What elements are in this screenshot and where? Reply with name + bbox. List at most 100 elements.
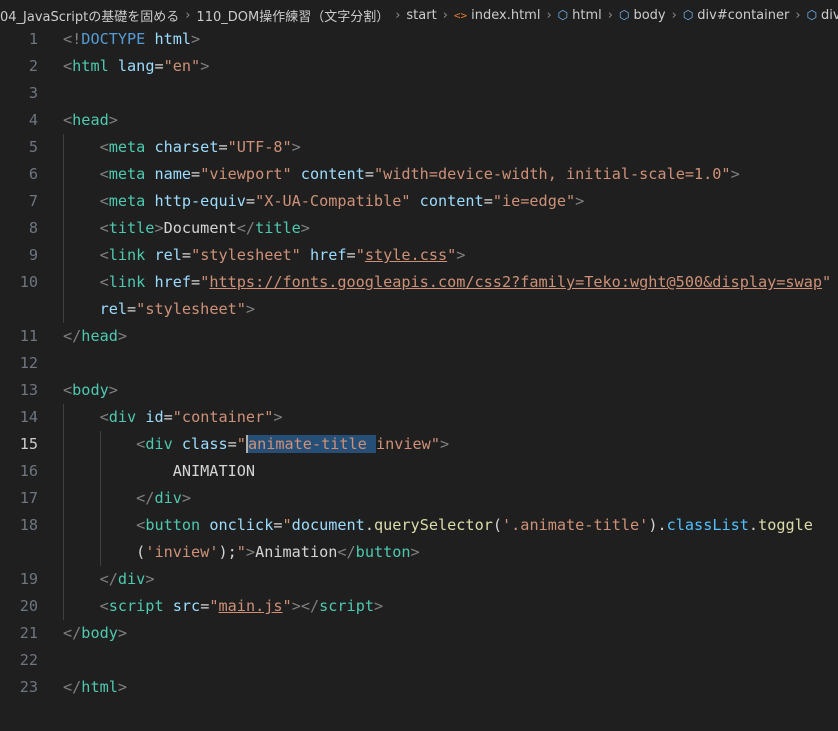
- code-token: ": [200, 273, 210, 291]
- code-token: =: [218, 138, 228, 156]
- code-line[interactable]: ('inview');">Animation</button>: [0, 539, 838, 566]
- code-token: ).: [648, 516, 667, 534]
- breadcrumb-item[interactable]: ⬡ html: [558, 8, 602, 23]
- code-line[interactable]: 23 </html>: [0, 674, 838, 701]
- code-token: <: [99, 138, 109, 156]
- code-token: =: [227, 435, 237, 453]
- code-token: content: [300, 165, 365, 183]
- code-token: ": [236, 435, 246, 453]
- code-token: >: [191, 30, 201, 48]
- code-token: id: [145, 408, 164, 426]
- code-line[interactable]: 20 <script src="main.js"></script>: [0, 593, 838, 620]
- code-line[interactable]: 3: [0, 80, 838, 107]
- code-token: html: [72, 57, 109, 75]
- code-line[interactable]: 19 </div>: [0, 566, 838, 593]
- code-line[interactable]: rel="stylesheet">: [0, 296, 838, 323]
- code-token: document: [291, 516, 365, 534]
- indent-guide: [63, 134, 64, 323]
- code-line[interactable]: 17 </div>: [0, 485, 838, 512]
- code-line[interactable]: 16 ANIMATION: [0, 458, 838, 485]
- code-token: </: [136, 489, 155, 507]
- code-line[interactable]: 15 <div class=" animate-title inview">: [0, 431, 838, 458]
- code-line[interactable]: 8 <title>Document</title>: [0, 215, 838, 242]
- code-line[interactable]: 1 <!DOCTYPE html>: [0, 26, 838, 53]
- code-token: </: [63, 678, 82, 696]
- code-token: <!: [63, 30, 82, 48]
- code-line[interactable]: 10 <link href="https://fonts.googleapis.…: [0, 269, 838, 296]
- code-text: <div class=" animate-title inview">: [63, 431, 449, 458]
- code-token: meta: [108, 138, 146, 156]
- code-token: >: [575, 192, 585, 210]
- line-number: 23: [19, 678, 38, 696]
- code-token: "container": [172, 408, 274, 426]
- breadcrumb-label: div.animate-title: [821, 7, 838, 23]
- code-token: http-equiv: [154, 192, 246, 210]
- code-token: </: [63, 624, 82, 642]
- code-line[interactable]: 21 </body>: [0, 620, 838, 647]
- code-line[interactable]: 9 <link rel="stylesheet" href="style.css…: [0, 242, 838, 269]
- code-text: <meta charset="UTF-8">: [63, 134, 301, 161]
- breadcrumb-item[interactable]: 110_DOM操作練習（文字分割）: [196, 6, 389, 25]
- breadcrumb-item[interactable]: ⬡div.animate-title: [807, 8, 838, 23]
- code-line[interactable]: 14 <div id="container">: [0, 404, 838, 431]
- code-line[interactable]: 18 <button onclick="document.querySelect…: [0, 512, 838, 539]
- code-token: =: [245, 192, 256, 210]
- code-token: </: [63, 327, 82, 345]
- code-token: meta: [108, 165, 146, 183]
- code-token: "en": [163, 57, 201, 75]
- code-token: onclick: [209, 516, 274, 534]
- line-number: 14: [19, 408, 38, 426]
- chevron-right-icon: ›: [546, 7, 552, 23]
- code-token: <: [99, 597, 109, 615]
- line-number: 3: [28, 84, 38, 102]
- breadcrumb-item[interactable]: <> index.html: [454, 8, 541, 23]
- line-number: 8: [28, 219, 38, 237]
- breadcrumb-item[interactable]: ⬡ body: [619, 8, 666, 23]
- code-token: ></: [291, 597, 320, 615]
- code-token: <: [99, 165, 109, 183]
- breadcrumb-item[interactable]: 04_JavaScriptの基礎を固める: [0, 6, 179, 25]
- chevron-right-icon: ›: [607, 7, 613, 23]
- code-token: =: [200, 597, 210, 615]
- element-icon: ⬡: [682, 8, 694, 22]
- code-token: "width=device-width, initial-scale=1.0": [373, 165, 731, 183]
- code-token: .: [748, 516, 759, 534]
- code-token: "ie=edge": [492, 192, 576, 210]
- code-line[interactable]: 22: [0, 647, 838, 674]
- code-editor[interactable]: 1 <!DOCTYPE html> 2 <html lang="en"> 3 4 <head…: [0, 26, 838, 731]
- breadcrumb-item[interactable]: ⬡ div#container: [683, 8, 790, 23]
- code-token: div: [145, 435, 173, 453]
- code-token: href: [309, 246, 347, 264]
- code-line[interactable]: 7 <meta http-equiv="X-UA-Compatible" con…: [0, 188, 838, 215]
- code-token: script: [319, 597, 374, 615]
- code-text: rel="stylesheet">: [63, 296, 255, 323]
- code-token: body: [81, 624, 118, 642]
- code-line[interactable]: 13 <body>: [0, 377, 838, 404]
- code-token: '.animate-title': [502, 516, 649, 534]
- code-line[interactable]: 12: [0, 350, 838, 377]
- code-line[interactable]: 11 </head>: [0, 323, 838, 350]
- code-text: <title>Document</title>: [63, 215, 310, 242]
- code-token: >: [145, 570, 155, 588]
- html-file-icon: <>: [453, 8, 468, 22]
- code-line[interactable]: 2 <html lang="en">: [0, 53, 838, 80]
- code-line[interactable]: 6 <meta name="viewport" content="width=d…: [0, 161, 838, 188]
- code-token: ": [282, 597, 292, 615]
- code-line[interactable]: 5 <meta charset="UTF-8">: [0, 134, 838, 161]
- chevron-right-icon: ›: [442, 7, 448, 23]
- code-token: "UTF-8": [227, 138, 292, 156]
- code-token: "stylesheet": [191, 246, 301, 264]
- breadcrumb-item[interactable]: start: [406, 8, 436, 23]
- code-line[interactable]: 4 <head>: [0, 107, 838, 134]
- code-token: div: [108, 408, 137, 426]
- code-token: inview": [375, 435, 440, 453]
- code-token: main.js: [218, 597, 283, 615]
- code-token: =: [127, 300, 137, 318]
- code-token: head: [72, 111, 109, 129]
- code-token: ": [447, 246, 457, 264]
